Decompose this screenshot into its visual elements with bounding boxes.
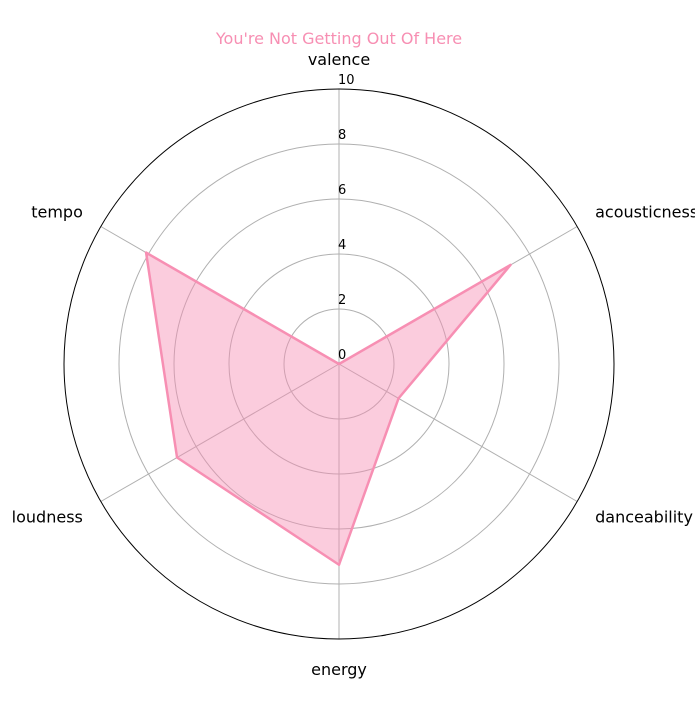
r-tick-label: 10 bbox=[338, 73, 355, 88]
r-tick-label: 6 bbox=[338, 183, 346, 198]
data-point-valence bbox=[337, 362, 341, 366]
data-point-acousticness bbox=[509, 263, 512, 267]
axis-label-energy: energy bbox=[311, 660, 367, 679]
axis-label-valence: valence bbox=[308, 50, 370, 69]
chart-title: You're Not Getting Out Of Here bbox=[215, 29, 462, 48]
r-tick-label: 8 bbox=[338, 128, 346, 143]
data-point-tempo bbox=[144, 251, 148, 254]
r-tick-label: 4 bbox=[338, 238, 346, 253]
r-tick-label: 0 bbox=[338, 348, 346, 363]
data-point-energy bbox=[337, 563, 341, 566]
chart-container: You're Not Getting Out Of Here 0 2 4 6 8 10 va… bbox=[0, 0, 695, 721]
axis-label-loudness: loudness bbox=[12, 508, 83, 527]
data-point-loudness bbox=[175, 456, 179, 459]
axis-label-acousticness: acousticness bbox=[595, 203, 695, 222]
r-tick-label: 2 bbox=[338, 293, 346, 308]
data-point-danceability bbox=[397, 397, 400, 400]
data-layer bbox=[144, 251, 512, 566]
radar-chart: You're Not Getting Out Of Here 0 2 4 6 8 10 va… bbox=[12, 29, 695, 679]
axis-label-danceability: danceability bbox=[595, 508, 693, 527]
axis-label-tempo: tempo bbox=[31, 203, 83, 222]
series-area bbox=[146, 252, 511, 565]
